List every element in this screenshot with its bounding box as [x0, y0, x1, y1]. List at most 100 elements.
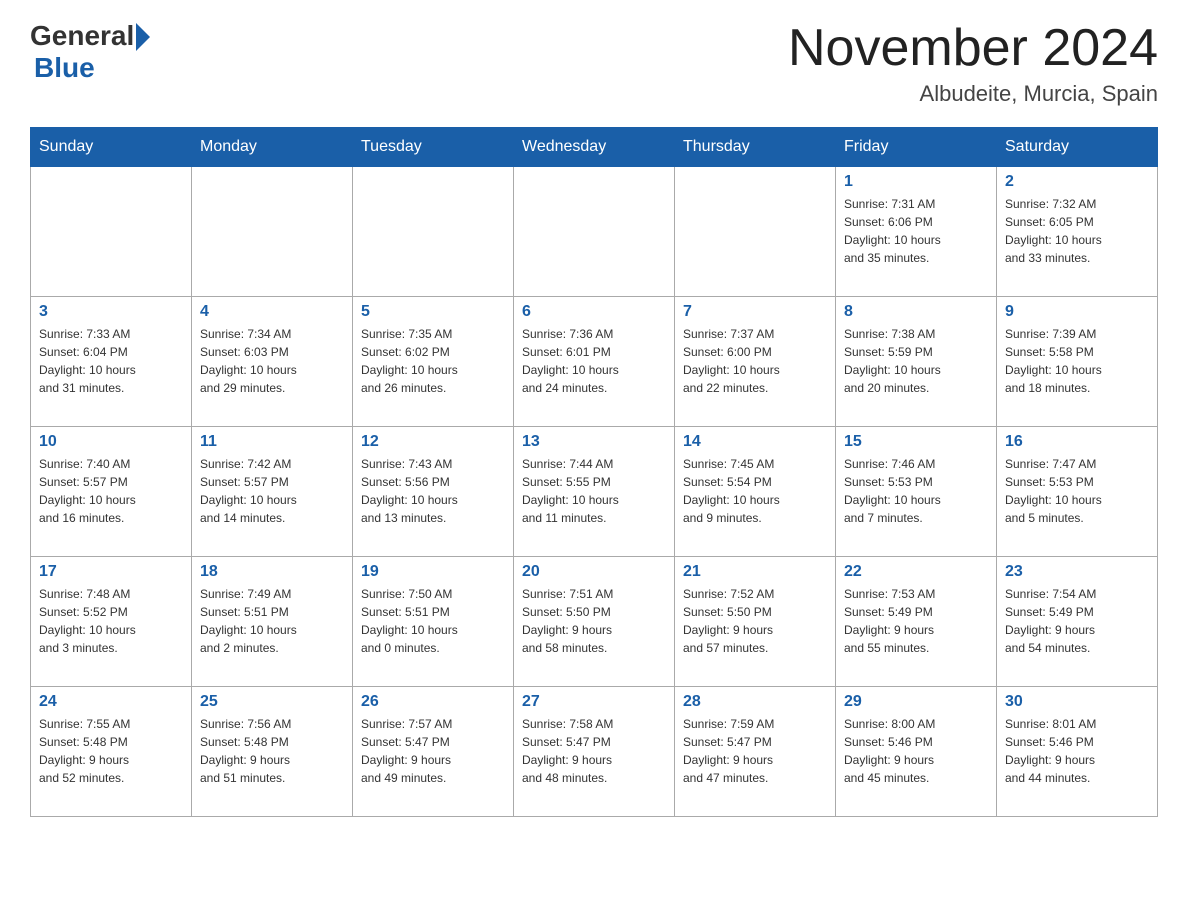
weekday-header-tuesday: Tuesday — [353, 128, 514, 167]
logo-general-text: General — [30, 20, 134, 52]
day-number: 18 — [200, 563, 344, 581]
day-info: Sunrise: 7:48 AMSunset: 5:52 PMDaylight:… — [39, 585, 183, 657]
weekday-header-thursday: Thursday — [675, 128, 836, 167]
day-number: 26 — [361, 693, 505, 711]
calendar-cell — [192, 167, 353, 297]
day-number: 9 — [1005, 303, 1149, 321]
calendar-cell: 2 Sunrise: 7:32 AMSunset: 6:05 PMDaylight… — [997, 167, 1158, 297]
day-number: 22 — [844, 563, 988, 581]
day-info: Sunrise: 7:40 AMSunset: 5:57 PMDaylight:… — [39, 455, 183, 527]
calendar-cell: 18Sunrise: 7:49 AMSunset: 5:51 PMDayligh… — [192, 557, 353, 687]
day-info: Sunrise: 7:31 AMSunset: 6:06 PMDaylight:… — [844, 195, 988, 267]
day-number: 1 — [844, 173, 988, 191]
day-info: Sunrise: 7:33 AMSunset: 6:04 PMDaylight:… — [39, 325, 183, 397]
calendar-cell: 27 Sunrise: 7:58 AMSunset: 5:47 PMDayligh… — [514, 687, 675, 817]
day-number: 2 — [1005, 173, 1149, 191]
day-info: Sunrise: 7:34 AMSunset: 6:03 PMDaylight:… — [200, 325, 344, 397]
day-info: Sunrise: 7:57 AMSunset: 5:47 PMDaylight:… — [361, 715, 505, 787]
day-number: 13 — [522, 433, 666, 451]
calendar-cell: 6Sunrise: 7:36 AMSunset: 6:01 PMDaylight… — [514, 297, 675, 427]
calendar-cell: 17 Sunrise: 7:48 AMSunset: 5:52 PMDayligh… — [31, 557, 192, 687]
calendar-week-row: 3 Sunrise: 7:33 AMSunset: 6:04 PMDaylight… — [31, 297, 1158, 427]
day-number: 15 — [844, 433, 988, 451]
calendar-cell: 24 Sunrise: 7:55 AMSunset: 5:48 PMDayligh… — [31, 687, 192, 817]
day-info: Sunrise: 7:47 AMSunset: 5:53 PMDaylight:… — [1005, 455, 1149, 527]
day-number: 8 — [844, 303, 988, 321]
day-info: Sunrise: 7:58 AMSunset: 5:47 PMDaylight:… — [522, 715, 666, 787]
day-number: 4 — [200, 303, 344, 321]
calendar-cell: 1 Sunrise: 7:31 AMSunset: 6:06 PMDaylight… — [836, 167, 997, 297]
weekday-header-sunday: Sunday — [31, 128, 192, 167]
calendar-cell: 16Sunrise: 7:47 AMSunset: 5:53 PMDayligh… — [997, 427, 1158, 557]
day-number: 28 — [683, 693, 827, 711]
logo-text: General — [30, 20, 150, 52]
calendar-cell — [675, 167, 836, 297]
weekday-header-saturday: Saturday — [997, 128, 1158, 167]
day-info: Sunrise: 7:39 AMSunset: 5:58 PMDaylight:… — [1005, 325, 1149, 397]
calendar-cell: 21Sunrise: 7:52 AMSunset: 5:50 PMDayligh… — [675, 557, 836, 687]
day-number: 5 — [361, 303, 505, 321]
calendar-cell — [514, 167, 675, 297]
calendar-week-row: 17 Sunrise: 7:48 AMSunset: 5:52 PMDayligh… — [31, 557, 1158, 687]
day-number: 25 — [200, 693, 344, 711]
calendar-cell: 8 Sunrise: 7:38 AMSunset: 5:59 PMDaylight… — [836, 297, 997, 427]
day-number: 11 — [200, 433, 344, 451]
calendar-cell: 12Sunrise: 7:43 AMSunset: 5:56 PMDayligh… — [353, 427, 514, 557]
day-info: Sunrise: 8:01 AMSunset: 5:46 PMDaylight:… — [1005, 715, 1149, 787]
calendar-cell: 23 Sunrise: 7:54 AMSunset: 5:49 PMDayligh… — [997, 557, 1158, 687]
day-number: 12 — [361, 433, 505, 451]
day-info: Sunrise: 7:32 AMSunset: 6:05 PMDaylight:… — [1005, 195, 1149, 267]
day-info: Sunrise: 7:56 AMSunset: 5:48 PMDaylight:… — [200, 715, 344, 787]
calendar-cell — [353, 167, 514, 297]
day-number: 17 — [39, 563, 183, 581]
day-info: Sunrise: 7:37 AMSunset: 6:00 PMDaylight:… — [683, 325, 827, 397]
day-info: Sunrise: 7:38 AMSunset: 5:59 PMDaylight:… — [844, 325, 988, 397]
calendar-cell: 10 Sunrise: 7:40 AMSunset: 5:57 PMDayligh… — [31, 427, 192, 557]
calendar-cell: 19 Sunrise: 7:50 AMSunset: 5:51 PMDayligh… — [353, 557, 514, 687]
day-info: Sunrise: 7:50 AMSunset: 5:51 PMDaylight:… — [361, 585, 505, 657]
calendar-cell: 26 Sunrise: 7:57 AMSunset: 5:47 PMDayligh… — [353, 687, 514, 817]
calendar-cell — [31, 167, 192, 297]
calendar-cell: 20 Sunrise: 7:51 AMSunset: 5:50 PMDayligh… — [514, 557, 675, 687]
page-header: General Blue November 2024 Albudeite, Mu… — [30, 20, 1158, 107]
calendar-cell: 14 Sunrise: 7:45 AMSunset: 5:54 PMDayligh… — [675, 427, 836, 557]
calendar-cell: 30 Sunrise: 8:01 AMSunset: 5:46 PMDayligh… — [997, 687, 1158, 817]
day-number: 20 — [522, 563, 666, 581]
day-number: 7 — [683, 303, 827, 321]
day-number: 14 — [683, 433, 827, 451]
weekday-header-row: SundayMondayTuesdayWednesdayThursdayFrid… — [31, 128, 1158, 167]
day-number: 30 — [1005, 693, 1149, 711]
day-number: 6 — [522, 303, 666, 321]
day-number: 3 — [39, 303, 183, 321]
day-number: 29 — [844, 693, 988, 711]
day-number: 27 — [522, 693, 666, 711]
day-info: Sunrise: 7:51 AMSunset: 5:50 PMDaylight:… — [522, 585, 666, 657]
logo: General Blue — [30, 20, 150, 84]
day-info: Sunrise: 7:45 AMSunset: 5:54 PMDaylight:… — [683, 455, 827, 527]
day-number: 24 — [39, 693, 183, 711]
day-info: Sunrise: 7:54 AMSunset: 5:49 PMDaylight:… — [1005, 585, 1149, 657]
weekday-header-wednesday: Wednesday — [514, 128, 675, 167]
calendar-week-row: 1 Sunrise: 7:31 AMSunset: 6:06 PMDaylight… — [31, 167, 1158, 297]
day-number: 19 — [361, 563, 505, 581]
day-number: 23 — [1005, 563, 1149, 581]
day-number: 10 — [39, 433, 183, 451]
day-info: Sunrise: 7:46 AMSunset: 5:53 PMDaylight:… — [844, 455, 988, 527]
day-info: Sunrise: 7:52 AMSunset: 5:50 PMDaylight:… — [683, 585, 827, 657]
day-info: Sunrise: 7:55 AMSunset: 5:48 PMDaylight:… — [39, 715, 183, 787]
title-section: November 2024 Albudeite, Murcia, Spain — [788, 20, 1158, 107]
day-info: Sunrise: 7:53 AMSunset: 5:49 PMDaylight:… — [844, 585, 988, 657]
day-info: Sunrise: 7:44 AMSunset: 5:55 PMDaylight:… — [522, 455, 666, 527]
calendar-cell: 29 Sunrise: 8:00 AMSunset: 5:46 PMDayligh… — [836, 687, 997, 817]
logo-blue-text: Blue — [34, 52, 95, 84]
calendar-table: SundayMondayTuesdayWednesdayThursdayFrid… — [30, 127, 1158, 817]
calendar-cell: 7 Sunrise: 7:37 AMSunset: 6:00 PMDaylight… — [675, 297, 836, 427]
calendar-cell: 4 Sunrise: 7:34 AMSunset: 6:03 PMDaylight… — [192, 297, 353, 427]
day-info: Sunrise: 8:00 AMSunset: 5:46 PMDaylight:… — [844, 715, 988, 787]
calendar-cell: 28 Sunrise: 7:59 AMSunset: 5:47 PMDayligh… — [675, 687, 836, 817]
month-title: November 2024 — [788, 20, 1158, 77]
weekday-header-monday: Monday — [192, 128, 353, 167]
day-info: Sunrise: 7:42 AMSunset: 5:57 PMDaylight:… — [200, 455, 344, 527]
day-info: Sunrise: 7:59 AMSunset: 5:47 PMDaylight:… — [683, 715, 827, 787]
calendar-week-row: 24 Sunrise: 7:55 AMSunset: 5:48 PMDayligh… — [31, 687, 1158, 817]
